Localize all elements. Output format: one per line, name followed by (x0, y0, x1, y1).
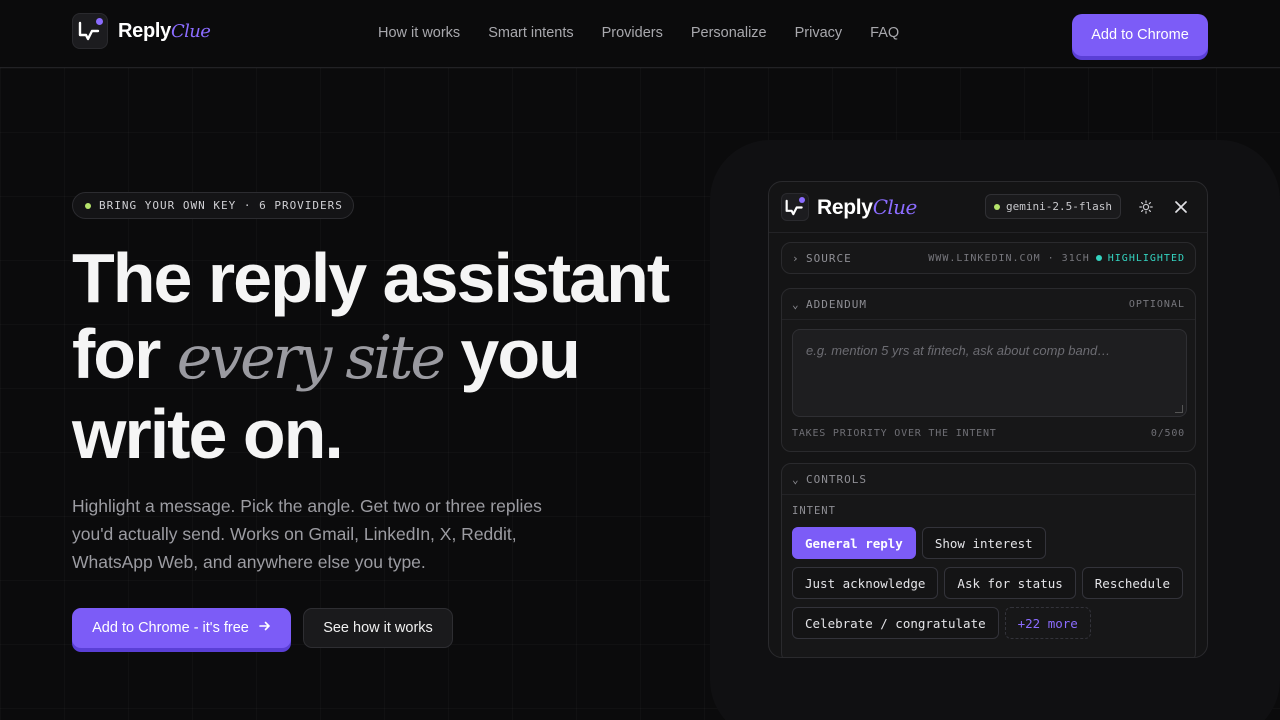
addendum-input[interactable]: e.g. mention 5 yrs at fintech, ask about… (792, 329, 1187, 417)
headline-line-1: The reply assistant (72, 239, 670, 317)
chevron-down-icon: ⌄ (792, 472, 800, 486)
model-selector[interactable]: gemini-2.5-flash (985, 194, 1121, 219)
intent-chip-reschedule[interactable]: Reschedule (1081, 567, 1184, 599)
panel-header: ReplyClue gemini-2.5-flash (781, 192, 1195, 222)
intent-label: INTENT (792, 505, 836, 517)
panel-brand-name: ReplyClue (817, 194, 917, 219)
nav-link-how-it-works[interactable]: How it works (378, 25, 460, 41)
intent-chip-celebrate[interactable]: Celebrate / congratulate (792, 607, 999, 639)
controls-header[interactable]: ⌄ CONTROLS (782, 464, 1195, 494)
close-icon[interactable] (1170, 196, 1192, 218)
source-section[interactable]: › SOURCE WWW.LINKEDIN.COM · 31CH HIGHLIG… (781, 242, 1196, 274)
headline-for: for (72, 315, 161, 393)
nav-link-smart-intents[interactable]: Smart intents (488, 25, 573, 41)
extension-panel: ReplyClue gemini-2.5-flash › SOURCE WWW.… (768, 181, 1208, 658)
brand-name: ReplyClue (118, 19, 211, 42)
addendum-header[interactable]: ⌄ ADDENDUM OPTIONAL (782, 289, 1195, 319)
controls-section: ⌄ CONTROLS INTENT General reply Show int… (781, 463, 1196, 657)
hero-subcopy: Highlight a message. Pick the angle. Get… (72, 496, 542, 572)
addendum-label: ADDENDUM (806, 297, 867, 311)
theme-toggle-icon[interactable] (1135, 196, 1157, 218)
logo-icon (781, 193, 809, 221)
hero-badge: BRING YOUR OWN KEY · 6 PROVIDERS (72, 192, 354, 219)
panel-logo: ReplyClue (781, 193, 917, 221)
chevron-right-icon: › (792, 251, 800, 265)
model-name: gemini-2.5-flash (1006, 200, 1112, 213)
resize-handle-icon[interactable] (1175, 405, 1183, 413)
intent-chips: General reply Show interest Just acknowl… (792, 527, 1192, 639)
addendum-placeholder: e.g. mention 5 yrs at fintech, ask about… (806, 343, 1111, 358)
nav-link-personalize[interactable]: Personalize (691, 25, 767, 41)
hero-headline: The reply assistant for every site you w… (72, 240, 712, 472)
model-status-icon (994, 203, 1000, 210)
top-nav: ReplyClue How it works Smart intents Pro… (0, 0, 1280, 68)
headline-you: you (460, 315, 580, 393)
controls-label: CONTROLS (806, 472, 867, 486)
add-to-chrome-free-button[interactable]: Add to Chrome - it's free (72, 608, 291, 648)
addendum-optional: OPTIONAL (1128, 298, 1185, 310)
source-status: HIGHLIGHTED (1107, 252, 1185, 264)
logo-icon (72, 13, 108, 49)
char-counter: 0/500 (1150, 428, 1185, 439)
panel-divider (769, 232, 1207, 233)
primary-button-label: Add to Chrome - it's free (92, 620, 249, 636)
headline-line-3: write on. (72, 395, 344, 473)
nav-link-privacy[interactable]: Privacy (795, 25, 843, 41)
source-meta: WWW.LINKEDIN.COM · 31CH (928, 252, 1090, 264)
hero-badge-text: BRING YOUR OWN KEY · 6 PROVIDERS (99, 199, 343, 212)
source-label: SOURCE (806, 251, 852, 265)
addendum-footer: TAKES PRIORITY OVER THE INTENT 0/500 (792, 428, 1185, 439)
status-dot-icon (85, 202, 91, 209)
intent-chip-general-reply[interactable]: General reply (792, 527, 916, 559)
addendum-hint: TAKES PRIORITY OVER THE INTENT (792, 428, 997, 439)
chevron-down-icon: ⌄ (792, 297, 800, 311)
nav-links: How it works Smart intents Providers Per… (378, 25, 899, 41)
headline-italic: every site (176, 323, 446, 393)
arrow-right-icon (259, 620, 271, 636)
nav-link-providers[interactable]: Providers (602, 25, 663, 41)
more-intents-button[interactable]: +22 more (1004, 607, 1091, 639)
see-how-it-works-button[interactable]: See how it works (303, 608, 453, 648)
intent-chip-show-interest[interactable]: Show interest (921, 527, 1046, 559)
nav-link-faq[interactable]: FAQ (870, 25, 899, 41)
addendum-section: ⌄ ADDENDUM OPTIONAL e.g. mention 5 yrs a… (781, 288, 1196, 452)
add-to-chrome-button[interactable]: Add to Chrome (1072, 14, 1208, 56)
brand-logo[interactable]: ReplyClue (72, 13, 211, 49)
intent-chip-ask-for-status[interactable]: Ask for status (944, 567, 1076, 599)
highlight-dot-icon (1095, 255, 1102, 261)
intent-chip-just-acknowledge[interactable]: Just acknowledge (792, 567, 939, 599)
